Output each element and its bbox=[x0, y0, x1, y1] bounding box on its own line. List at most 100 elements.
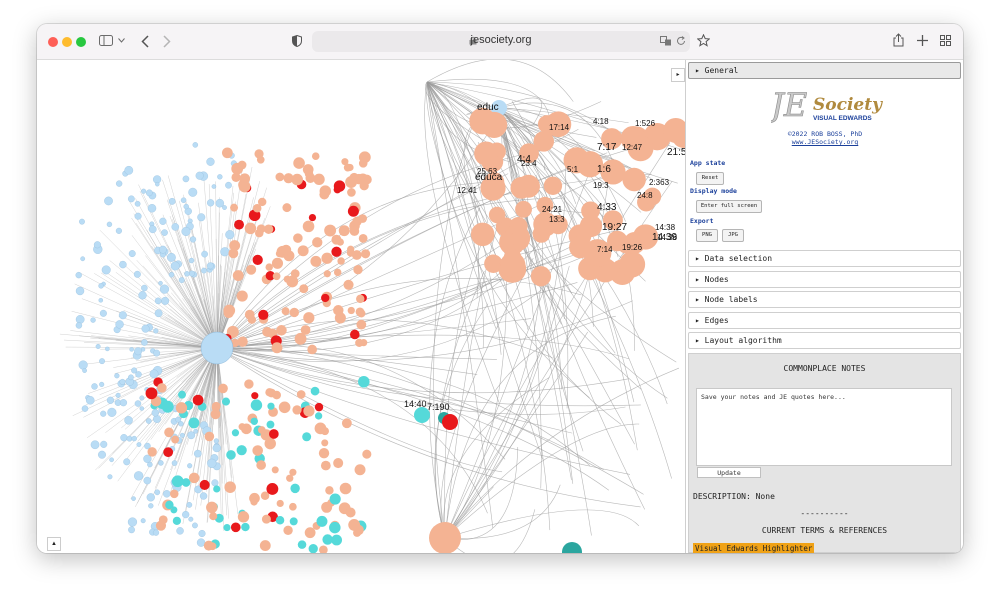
graph-node bbox=[266, 483, 279, 495]
section-layout-algorithm[interactable]: ▸ Layout algorithm bbox=[688, 332, 961, 349]
plus-icon[interactable] bbox=[917, 35, 928, 46]
section-nodes[interactable]: ▸ Nodes bbox=[688, 271, 961, 288]
graph-node bbox=[312, 237, 323, 248]
jpg-export-button[interactable]: JPG bbox=[722, 229, 744, 242]
png-export-button[interactable]: PNG bbox=[696, 229, 718, 242]
section-data-selection[interactable]: ▸ Data selection bbox=[688, 250, 961, 267]
fullscreen-button[interactable]: Enter full screen bbox=[696, 200, 762, 213]
graph-node bbox=[256, 460, 266, 470]
zoom-window-button[interactable] bbox=[76, 37, 86, 47]
graph-node-label: 19:26 bbox=[622, 243, 643, 252]
graph-node bbox=[188, 516, 194, 522]
close-window-button[interactable] bbox=[48, 37, 58, 47]
graph-node-label: 17:14 bbox=[549, 123, 570, 132]
graph-node bbox=[90, 317, 96, 323]
notes-textarea[interactable]: Save your notes and JE quotes here... bbox=[696, 388, 952, 466]
graph-node bbox=[107, 407, 117, 417]
graph-node-label: 4:4 bbox=[517, 154, 531, 165]
graph-node bbox=[75, 322, 83, 329]
graph-node bbox=[148, 503, 154, 509]
graph-node bbox=[155, 520, 167, 531]
address-bar[interactable]: jesociety.org bbox=[312, 31, 690, 52]
graph-node bbox=[244, 222, 257, 235]
graph-node bbox=[116, 180, 123, 187]
graph-node bbox=[99, 309, 107, 317]
graph-node bbox=[230, 203, 239, 212]
graph-node bbox=[345, 176, 358, 188]
sidebar-icon[interactable] bbox=[99, 35, 113, 46]
graph-node bbox=[161, 400, 174, 413]
graph-node bbox=[355, 338, 364, 347]
graph-node bbox=[533, 131, 555, 152]
forward-icon[interactable] bbox=[163, 35, 171, 48]
graph-node bbox=[98, 283, 104, 289]
graph-node bbox=[143, 476, 152, 485]
graph-node bbox=[188, 187, 198, 197]
graph-node bbox=[114, 373, 120, 379]
graph-node bbox=[226, 450, 236, 460]
graph-edge bbox=[444, 484, 561, 539]
graph-node bbox=[211, 479, 219, 487]
graph-node bbox=[192, 522, 198, 529]
graph-node bbox=[207, 458, 217, 468]
toggle-panel-button[interactable]: ▸ bbox=[671, 68, 685, 82]
network-graph-canvas[interactable]: educ 4:18 1:526 7:17 17:14 12:47 21:5 23:4 25:63… bbox=[37, 60, 685, 553]
graph-node bbox=[135, 371, 142, 378]
reload-icon[interactable] bbox=[676, 36, 686, 46]
graph-node bbox=[252, 445, 263, 456]
graph-node bbox=[293, 157, 305, 169]
graph-node bbox=[293, 233, 303, 243]
section-general[interactable]: ▸ General bbox=[688, 62, 961, 79]
graph-node bbox=[311, 152, 320, 160]
graph-node bbox=[181, 226, 191, 236]
graph-node bbox=[147, 447, 157, 457]
translate-icon[interactable] bbox=[660, 36, 672, 46]
highlighter-link[interactable]: Visual Edwards Highlighter bbox=[693, 543, 815, 553]
star-icon[interactable] bbox=[697, 34, 710, 47]
graph-node bbox=[289, 468, 297, 476]
graph-node bbox=[237, 511, 250, 523]
graph-node bbox=[331, 246, 342, 257]
minimize-window-button[interactable] bbox=[62, 37, 72, 47]
tab-overview-icon[interactable] bbox=[940, 35, 951, 46]
graph-node bbox=[229, 240, 241, 252]
graph-node bbox=[222, 205, 227, 210]
network-graph[interactable]: educ4:18 1:5267:1717:1412:47 21:523:425:63… bbox=[37, 60, 685, 553]
graph-node bbox=[171, 475, 184, 488]
graph-node bbox=[134, 212, 142, 220]
graph-node bbox=[316, 515, 328, 527]
graph-node bbox=[78, 360, 88, 370]
shield-icon[interactable] bbox=[292, 35, 302, 47]
graph-node bbox=[134, 400, 142, 407]
share-icon[interactable] bbox=[893, 33, 904, 47]
graph-node bbox=[283, 525, 293, 536]
back-icon[interactable] bbox=[141, 35, 149, 48]
section-edges[interactable]: ▸ Edges bbox=[688, 312, 961, 329]
graph-node bbox=[269, 429, 279, 439]
graph-node bbox=[161, 296, 170, 305]
graph-node bbox=[510, 176, 533, 199]
graph-node bbox=[244, 379, 254, 389]
graph-node bbox=[341, 418, 352, 429]
chevron-down-icon[interactable] bbox=[118, 38, 125, 43]
graph-node bbox=[105, 346, 110, 352]
graph-node bbox=[182, 175, 190, 183]
update-button[interactable]: Update bbox=[697, 467, 761, 478]
graph-node-label: 5:1 bbox=[567, 165, 579, 174]
graph-node bbox=[230, 522, 241, 533]
graph-node bbox=[343, 279, 354, 290]
graph-node bbox=[331, 234, 342, 245]
site-link[interactable]: www.JESociety.org bbox=[686, 138, 963, 146]
reset-button[interactable]: Reset bbox=[696, 172, 724, 185]
graph-node bbox=[139, 395, 145, 401]
graph-node bbox=[622, 167, 646, 192]
graph-node bbox=[175, 416, 182, 423]
graph-node bbox=[171, 223, 180, 231]
graph-node-label: 12:41 bbox=[457, 186, 478, 195]
section-node-labels[interactable]: ▸ Node labels bbox=[688, 291, 961, 308]
graph-node bbox=[282, 203, 292, 213]
je-society-logo: JE Society VISUAL EDWARDS bbox=[765, 86, 896, 126]
graph-node bbox=[141, 339, 148, 346]
collapse-bottom-button[interactable]: ▲ bbox=[47, 537, 61, 551]
graph-node bbox=[193, 449, 202, 458]
